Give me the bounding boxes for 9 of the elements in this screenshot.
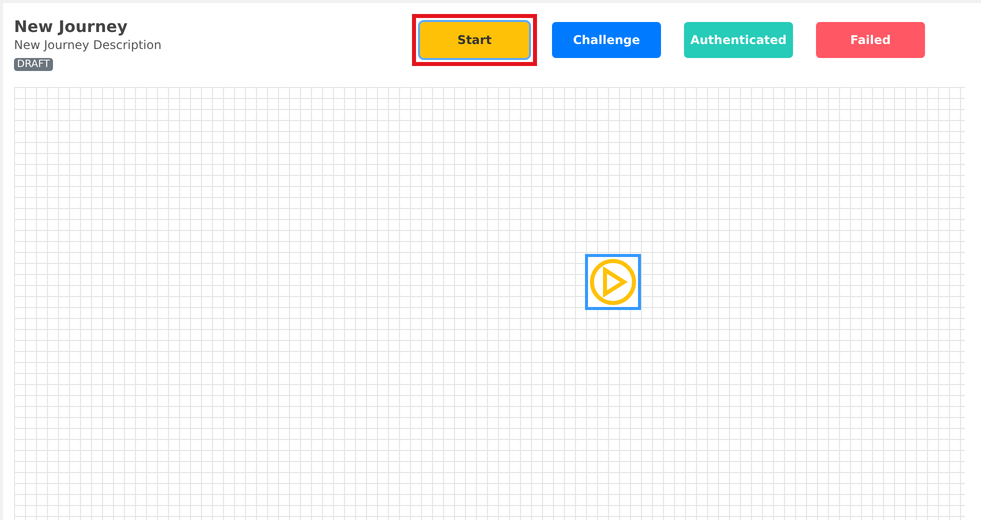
journey-title: New Journey <box>14 17 128 36</box>
start-node[interactable] <box>585 254 641 310</box>
node-type-button[interactable]: Challenge <box>552 22 661 58</box>
node-type-button[interactable]: Failed <box>816 22 925 58</box>
play-icon <box>589 258 637 306</box>
status-badge: DRAFT <box>14 58 53 71</box>
journey-description: New Journey Description <box>14 38 162 52</box>
node-type-button[interactable]: Start <box>420 22 529 58</box>
node-type-button[interactable]: Authenticated <box>684 22 793 58</box>
